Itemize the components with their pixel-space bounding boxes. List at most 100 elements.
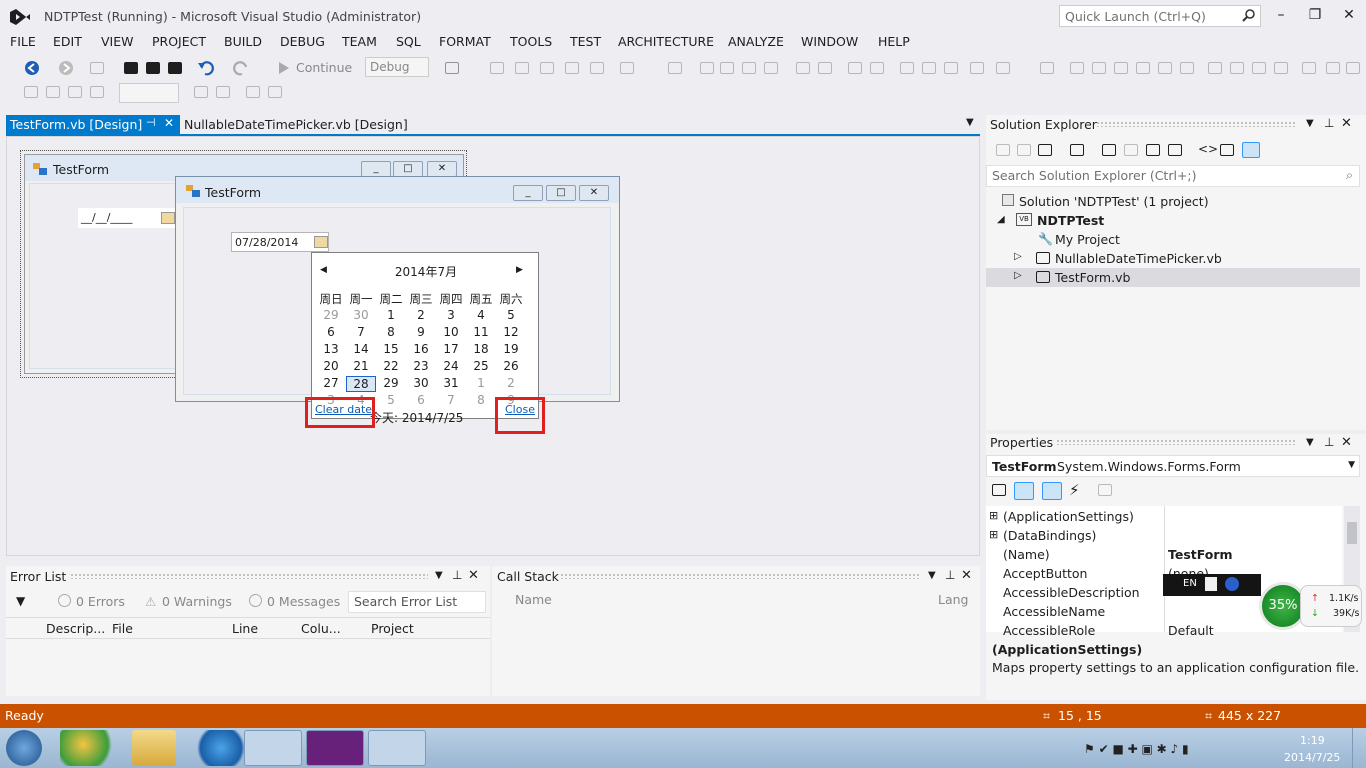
attach-icon[interactable]: [445, 62, 459, 74]
calendar-day[interactable]: 1: [466, 376, 496, 392]
calendar-day[interactable]: 5: [496, 308, 526, 324]
outline-icon[interactable]: [194, 86, 208, 98]
expand-nullable-icon[interactable]: ▷: [1014, 251, 1022, 262]
properties-view-icon[interactable]: [1042, 482, 1062, 500]
calendar-day[interactable]: 17: [436, 342, 466, 358]
spacing-1-icon[interactable]: [944, 62, 958, 74]
layout-tool-4-icon[interactable]: [565, 62, 579, 74]
send-back-icon[interactable]: [1274, 62, 1288, 74]
taskbar-testform-icon[interactable]: [368, 730, 426, 766]
calendar-day[interactable]: 20: [316, 359, 346, 375]
save-all-icon[interactable]: [168, 62, 182, 74]
col-column[interactable]: Colu...: [301, 621, 341, 636]
se-view-code-icon[interactable]: <>: [1198, 142, 1218, 156]
align-bottom-icon[interactable]: [818, 62, 832, 74]
se-sync-icon[interactable]: [1102, 144, 1116, 156]
col-project[interactable]: Project: [371, 621, 414, 636]
calendar-day[interactable]: 13: [316, 342, 346, 358]
undo-icon[interactable]: [197, 59, 215, 77]
calendar-day[interactable]: 2: [406, 308, 436, 324]
calendar-day[interactable]: 21: [346, 359, 376, 375]
bring-front-icon[interactable]: [1252, 62, 1266, 74]
expand-appsettings-icon[interactable]: ⊞: [989, 509, 998, 522]
layout-tool-7-icon[interactable]: [668, 62, 682, 74]
spacing-10-icon[interactable]: [1180, 62, 1194, 74]
taskbar-explorer-icon[interactable]: [132, 730, 176, 766]
menu-analyze[interactable]: ANALYZE: [728, 34, 784, 49]
zoom-select[interactable]: [119, 83, 179, 103]
clock-time[interactable]: 1:19: [1300, 734, 1325, 747]
se-close-icon[interactable]: ✕: [1341, 116, 1352, 131]
props-close-icon[interactable]: ✕: [1341, 435, 1352, 450]
align-middle-icon[interactable]: [796, 62, 810, 74]
calendar-day[interactable]: 18: [466, 342, 496, 358]
col-description[interactable]: Descrip...: [46, 621, 105, 636]
layout-tool-6-icon[interactable]: [620, 62, 634, 74]
today-label[interactable]: 今天: 2014/7/25: [370, 409, 463, 426]
calendar-month-label[interactable]: 2014年7月: [312, 263, 540, 280]
same-size-icon[interactable]: [900, 62, 914, 74]
calendar-day[interactable]: 16: [406, 342, 436, 358]
se-show-all-icon[interactable]: [1168, 144, 1182, 156]
menu-debug[interactable]: DEBUG: [280, 34, 325, 49]
expand-databindings-icon[interactable]: ⊞: [989, 528, 998, 541]
form-front-close-button[interactable]: ✕: [579, 185, 609, 201]
show-desktop-button[interactable]: [1352, 728, 1366, 768]
se-forward-icon[interactable]: [1017, 144, 1031, 156]
minimize-button[interactable]: –: [1268, 6, 1294, 26]
se-refresh-icon[interactable]: [1124, 144, 1138, 156]
props-pin-icon[interactable]: ⊥: [1324, 435, 1334, 449]
calendar-day[interactable]: 8: [466, 393, 496, 409]
calendar-day[interactable]: 29: [316, 308, 346, 324]
prop-name[interactable]: AccessibleRole: [1003, 623, 1095, 638]
language-bar[interactable]: EN: [1163, 574, 1261, 596]
calendar-day[interactable]: 6: [406, 393, 436, 409]
spacing-6-icon[interactable]: [1092, 62, 1106, 74]
menu-team[interactable]: TEAM: [342, 34, 377, 49]
tree-project[interactable]: NDTPTest: [1037, 213, 1104, 228]
prop-name[interactable]: (Name): [1003, 547, 1050, 562]
col-line[interactable]: Line: [232, 621, 258, 636]
layout-tool-3-icon[interactable]: [540, 62, 554, 74]
indent-icon[interactable]: [216, 86, 230, 98]
solution-config-select[interactable]: Debug: [365, 57, 429, 77]
se-home-icon[interactable]: [1038, 144, 1052, 156]
redo-icon[interactable]: [232, 59, 250, 77]
categorized-icon[interactable]: [992, 484, 1006, 496]
props-scroll-thumb[interactable]: [1347, 522, 1357, 544]
align-top-icon[interactable]: [764, 62, 778, 74]
props-object-selector[interactable]: TestForm System.Windows.Forms.Form ▼: [986, 455, 1360, 477]
align-left-icon[interactable]: [700, 62, 714, 74]
calendar-day[interactable]: 25: [466, 359, 496, 375]
spacing-7-icon[interactable]: [1114, 62, 1128, 74]
layout-tool-5-icon[interactable]: [590, 62, 604, 74]
prop-name[interactable]: AccessibleDescription: [1003, 585, 1140, 600]
calendar-day[interactable]: 11: [466, 325, 496, 341]
layout-tool-2-icon[interactable]: [515, 62, 529, 74]
zoom-in-icon[interactable]: [24, 86, 38, 98]
tab-testform-design[interactable]: TestForm.vb [Design] ⊣ ✕: [6, 115, 180, 135]
align-right-icon[interactable]: [742, 62, 756, 74]
prop-value[interactable]: Default: [1168, 623, 1214, 638]
calendar-day[interactable]: 30: [346, 308, 376, 324]
menu-format[interactable]: FORMAT: [439, 34, 491, 49]
forward-icon[interactable]: [58, 60, 74, 76]
alphabetical-icon[interactable]: [1014, 482, 1034, 500]
cs-pin-icon[interactable]: ⊥: [945, 568, 955, 582]
col-file[interactable]: File: [112, 621, 133, 636]
se-back-icon[interactable]: [996, 144, 1010, 156]
brush-icon[interactable]: [268, 86, 282, 98]
start-button[interactable]: [6, 730, 42, 766]
menu-file[interactable]: FILE: [10, 34, 36, 49]
se-dropdown-icon[interactable]: ▼: [1306, 118, 1314, 129]
calendar-day[interactable]: 10: [436, 325, 466, 341]
calendar-day[interactable]: 19: [496, 342, 526, 358]
se-designer-icon[interactable]: [1242, 142, 1260, 158]
prop-name[interactable]: (ApplicationSettings): [1003, 509, 1134, 524]
el-pin-icon[interactable]: ⊥: [452, 568, 462, 582]
form-front-maximize-button[interactable]: □: [546, 185, 576, 201]
menu-build[interactable]: BUILD: [224, 34, 262, 49]
layout-tool-1-icon[interactable]: [490, 62, 504, 74]
spacing-5-icon[interactable]: [1070, 62, 1084, 74]
close-window-button[interactable]: ✕: [1336, 6, 1362, 26]
